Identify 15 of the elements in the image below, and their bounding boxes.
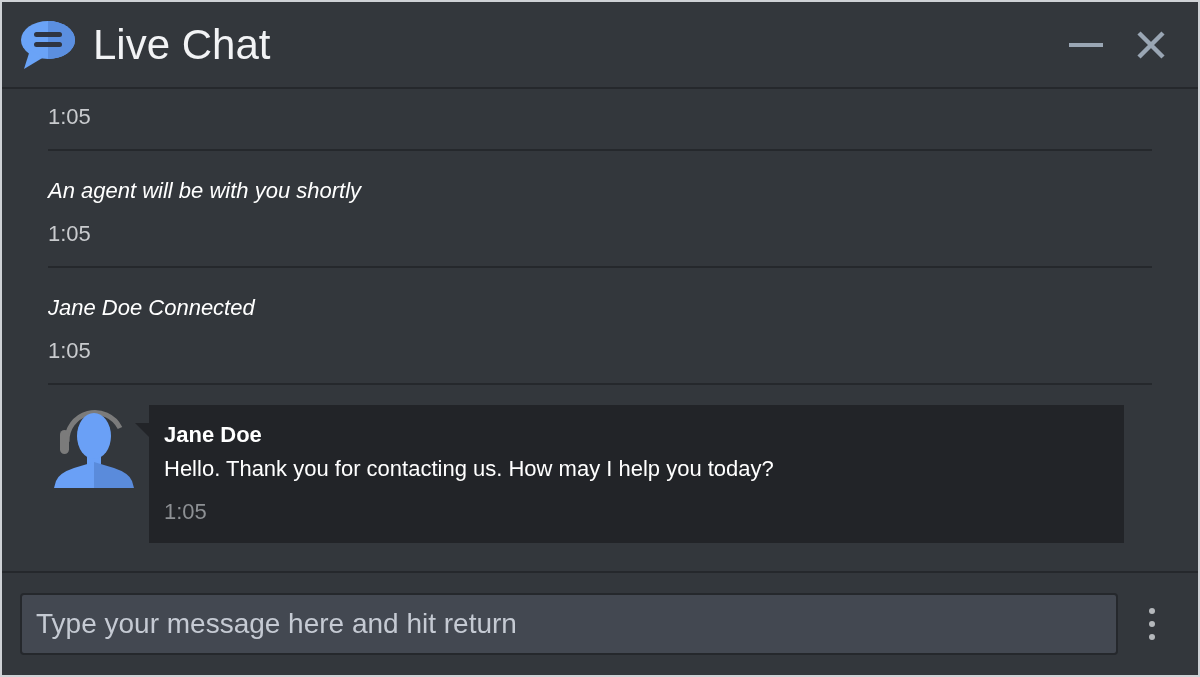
- close-button[interactable]: [1136, 29, 1166, 60]
- message-input[interactable]: Type your message here and hit return: [20, 593, 1118, 655]
- message-text: Hello. Thank you for contacting us. How may I help you today?: [164, 455, 774, 483]
- system-message: Jane Doe Connected: [48, 294, 255, 322]
- system-message: An agent will be with you shortly: [48, 177, 362, 205]
- kebab-menu-icon: [1149, 608, 1155, 640]
- window-title: Live Chat: [93, 20, 271, 69]
- close-icon: [1137, 30, 1165, 59]
- minimize-icon: [1069, 42, 1103, 47]
- message-time: 1:05: [48, 220, 91, 248]
- message-time: 1:05: [164, 498, 207, 526]
- message-time: 1:05: [48, 337, 91, 365]
- sender-name: Jane Doe: [164, 421, 262, 449]
- message-time: 1:05: [48, 103, 91, 131]
- chat-bubble-icon: [20, 19, 76, 70]
